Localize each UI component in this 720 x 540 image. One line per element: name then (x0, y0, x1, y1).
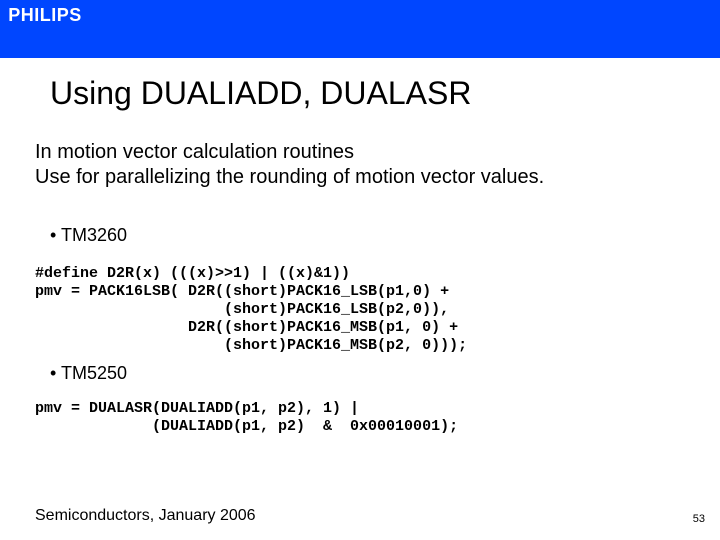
brand-logo: PHILIPS (0, 0, 90, 30)
section-bullet-tm5250: • TM5250 (50, 363, 127, 384)
code-block-tm5250: pmv = DUALASR(DUALIADD(p1, p2), 1) | (DU… (35, 400, 458, 436)
intro-text: In motion vector calculation routines Us… (35, 140, 544, 190)
section-bullet-tm3260: • TM3260 (50, 225, 127, 246)
intro-line-1: In motion vector calculation routines (35, 140, 544, 165)
footer-text: Semiconductors, January 2006 (35, 507, 256, 525)
page-number: 53 (693, 513, 705, 525)
page-title: Using DUALIADD, DUALASR (50, 75, 471, 112)
code-block-tm3260: #define D2R(x) (((x)>>1) | ((x)&1)) pmv … (35, 265, 467, 355)
header-bar: PHILIPS (0, 0, 720, 58)
intro-line-2: Use for parallelizing the rounding of mo… (35, 165, 544, 190)
